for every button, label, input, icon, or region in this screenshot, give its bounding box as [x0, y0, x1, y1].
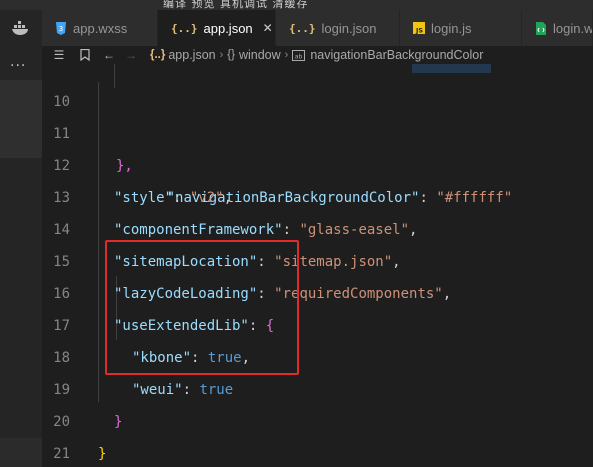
code-editor[interactable]: 10 "navigationBarBackgroundColor": "#fff… — [42, 64, 593, 467]
json-file-icon: {..} — [289, 21, 316, 35]
tab-login-json[interactable]: {..} login.json — [276, 10, 400, 46]
string-property-icon: ab — [292, 49, 306, 61]
tab-app-json[interactable]: {..} app.json ✕ — [158, 10, 276, 46]
css-file-icon: 3 — [55, 21, 67, 35]
code-line: 12 "style": "v2", — [42, 118, 593, 206]
tab-label: app.json — [203, 20, 253, 36]
editor-tab-bar: 3 app.wxss {..} app.json ✕ {..} login.js… — [42, 10, 593, 46]
back-arrow-icon[interactable]: ← — [100, 46, 118, 64]
selection-highlight — [412, 64, 491, 73]
json-brace: } — [98, 446, 107, 462]
activity-bar: ··· — [0, 10, 42, 467]
code-line: 20 } — [42, 374, 593, 462]
json-file-icon: {..} — [150, 49, 166, 61]
chevron-right-icon: › — [219, 49, 224, 61]
code-line: 10 "navigationBarBackgroundColor": "#fff… — [42, 64, 593, 206]
breadcrumb-node[interactable]: window — [239, 48, 281, 62]
code-line: 13 "componentFramework": "glass-easel", — [42, 150, 593, 238]
tab-app-wxss[interactable]: 3 app.wxss — [42, 10, 158, 46]
tab-login-js[interactable]: JS login.js — [400, 10, 522, 46]
svg-text:JS: JS — [415, 27, 423, 35]
breadcrumb-file[interactable]: app.json — [168, 48, 215, 62]
wxml-file-icon — [535, 21, 547, 35]
svg-text:ab: ab — [295, 52, 303, 60]
forward-arrow-icon[interactable]: → — [122, 46, 140, 64]
top-menu-text: 编译 预览 真机调试 清缓存 — [163, 0, 309, 10]
bookmark-icon[interactable] — [76, 46, 94, 64]
json-file-icon: {..} — [171, 21, 198, 35]
docker-icon[interactable] — [11, 20, 31, 36]
more-options-icon[interactable]: ··· — [10, 58, 26, 74]
tab-label: login.w — [553, 20, 593, 36]
svg-text:3: 3 — [59, 25, 63, 33]
tab-label: app.wxss — [73, 20, 128, 36]
line-number: 21 — [53, 446, 70, 462]
tab-label: login.js — [431, 20, 472, 36]
close-icon[interactable]: ✕ — [263, 21, 273, 35]
activity-bottom-area — [0, 438, 42, 467]
tab-login-wxml[interactable]: login.w — [522, 10, 593, 46]
list-icon[interactable]: ☰ — [50, 46, 68, 64]
breadcrumb: ☰ ← → {..} app.json › {} window › ab nav… — [42, 46, 593, 64]
top-toolbar-strip: 编译 预览 真机调试 清缓存 — [0, 0, 593, 10]
js-file-icon: JS — [413, 22, 425, 34]
highlight-annotation-box — [105, 240, 299, 375]
breadcrumb-leaf[interactable]: navigationBarBackgroundColor — [310, 48, 483, 62]
code-line: 21 — [42, 406, 593, 462]
activity-selected-area — [0, 80, 42, 158]
object-icon: {} — [227, 49, 235, 61]
code-line: 11 }, — [42, 86, 593, 174]
code-line: 14 "sitemapLocation": "sitemap.json", — [42, 182, 593, 270]
chevron-right-icon: › — [284, 49, 289, 61]
tab-label: login.json — [321, 20, 377, 36]
